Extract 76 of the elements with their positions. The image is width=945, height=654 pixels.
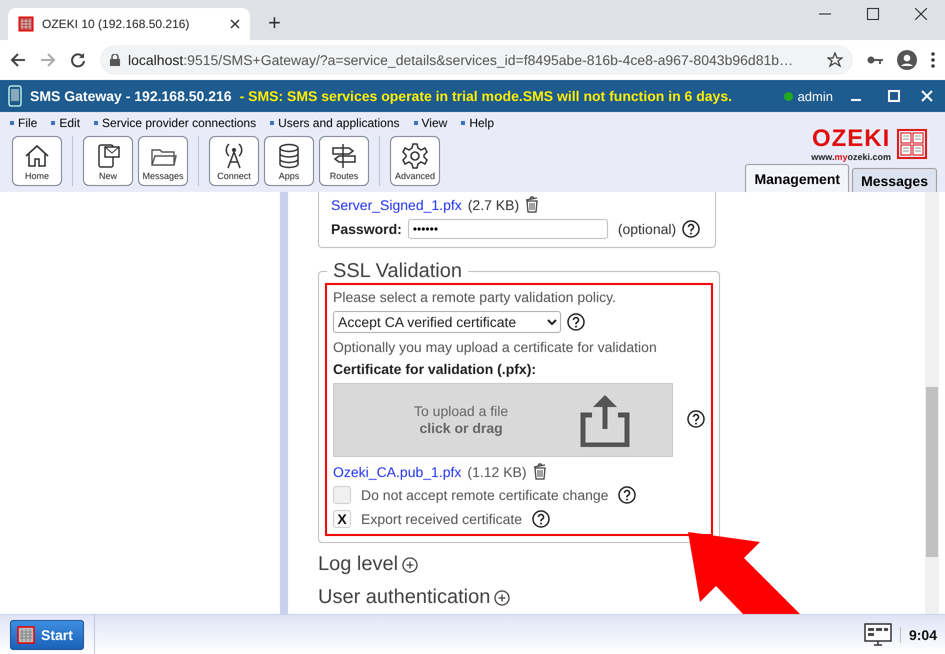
logo-url[interactable]: www.myozeki.com [811,152,891,162]
trash-icon[interactable] [525,196,540,213]
view-tab[interactable]: Messages [852,168,937,192]
trash-icon[interactable] [532,463,547,480]
policy-prompt: Please select a remote party validation policy. [333,289,617,305]
expand-icon[interactable] [402,556,418,572]
help-icon[interactable] [567,313,585,331]
toolbar-button[interactable]: Routes [319,136,369,186]
toolbar-button[interactable]: Apps [264,136,314,186]
toolbar-button[interactable]: Advanced [390,136,440,186]
toolbar-button[interactable]: Home [12,136,62,186]
trial-notice: - SMS: SMS services operate in trial mode.SMS will not function in 6 days. [240,88,732,104]
monitor-icon[interactable] [864,622,892,646]
upload-icon [578,393,632,447]
certificate-label: Certificate for validation (.pfx): [333,361,538,377]
user-name[interactable]: admin [798,88,833,104]
upload-instruction: To upload a file [414,403,508,419]
checkbox-label: Export received certificate [361,511,522,527]
toolbar-button[interactable]: Messages [138,136,188,186]
logo-text: OZEKI [812,126,890,152]
key-icon[interactable] [867,55,883,65]
password-field[interactable]: •••••• [408,219,608,239]
app-title: SMS Gateway - 192.168.50.216 [30,88,232,104]
menu-item[interactable]: View [414,115,448,130]
settings-icon [400,141,430,171]
menu-item[interactable]: Service provider connections [94,115,256,130]
menu-item[interactable]: Help [461,115,494,130]
lock-icon [110,54,120,66]
maximize-icon[interactable] [867,8,879,20]
optional-note: (optional) [618,221,676,237]
phone-icon [8,85,22,107]
section-title[interactable]: User authentication [318,586,490,609]
start-button[interactable]: Start [10,620,84,650]
scrollbar[interactable] [925,192,939,614]
upload-hint: Optionally you may upload a certificate for validation [333,339,658,355]
help-icon[interactable] [618,486,636,504]
password-label: Password: [331,221,402,237]
reload-icon[interactable] [70,52,86,68]
view-tab[interactable]: Management [745,164,850,192]
more-icon[interactable] [931,52,935,68]
menu-item[interactable]: Edit [51,115,80,130]
help-icon[interactable] [682,220,700,238]
section-title: SSL Validation [332,260,463,283]
star-icon[interactable] [827,52,843,68]
file-size: (1.12 KB) [467,464,527,480]
help-icon[interactable] [532,510,550,528]
certificate-file-link[interactable]: Ozeki_CA.pub_1.pfx [333,464,462,480]
ozeki-favicon-icon [18,16,34,32]
close-icon[interactable] [915,8,927,20]
file-size: (2.7 KB) [468,196,520,212]
new-tab-button[interactable]: + [264,10,285,36]
certificate-file-link[interactable]: Server_Signed_1.pfx [331,196,462,212]
menu-item[interactable]: Users and applications [270,115,400,130]
policy-dropdown[interactable]: Accept CA verified certificate [333,311,561,333]
checkbox[interactable]: X [333,510,351,528]
tab-title: OZEKI 10 (192.168.50.216) [42,17,190,31]
close-icon[interactable] [230,19,240,29]
back-arrow-icon[interactable] [10,52,26,68]
upload-area[interactable]: To upload a file click or drag [333,383,673,457]
section-title[interactable]: Log level [318,553,398,576]
clock: 9:04 [900,626,937,642]
upload-action: click or drag [418,420,504,437]
url-text: localhost:9515/SMS+Gateway/?a=service_details&services_id=f8495abe-816b-4ce8-a967-8043b96d81b… [128,52,794,68]
toolbar-button[interactable]: New [83,136,133,186]
checkbox-label: Do not accept remote certificate change [361,487,608,503]
ozeki-logo-icon [17,626,35,644]
address-bar[interactable]: localhost:9515/SMS+Gateway/?a=service_details&services_id=f8495abe-816b-4ce8-a967-8043b96d81b… [100,45,853,75]
account-icon[interactable] [897,50,917,70]
toolbar-button[interactable]: Connect [209,136,259,186]
help-icon[interactable] [687,410,705,428]
browser-tab[interactable]: OZEKI 10 (192.168.50.216) [8,8,250,40]
ozeki-logo-icon [897,129,927,159]
checkbox[interactable] [333,486,351,504]
menu-item[interactable]: File [10,115,38,130]
scrollbar-thumb[interactable] [926,387,938,557]
expand-icon[interactable] [494,590,510,606]
